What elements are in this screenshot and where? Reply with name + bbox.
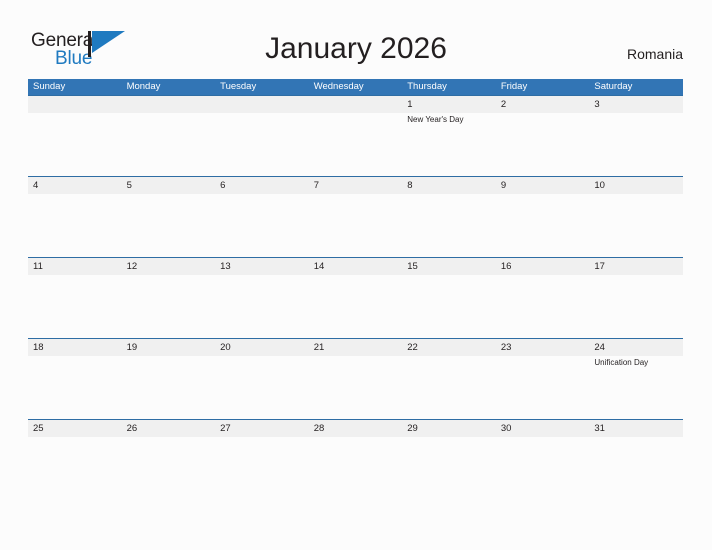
- day-cell[interactable]: 31: [589, 420, 683, 501]
- day-cell[interactable]: 10: [589, 177, 683, 258]
- day-cell[interactable]: 7: [309, 177, 403, 258]
- day-number: 8: [407, 180, 413, 191]
- day-cell[interactable]: 17: [589, 258, 683, 339]
- day-cell[interactable]: 26: [122, 420, 216, 501]
- day-cell[interactable]: 20: [215, 339, 309, 420]
- page-title: January 2026: [265, 32, 447, 65]
- weekday-header-saturday: Saturday: [594, 81, 633, 92]
- day-number: 20: [220, 342, 231, 353]
- day-number: 12: [126, 261, 138, 272]
- day-cell[interactable]: 28: [309, 420, 403, 501]
- country-label: Romania: [626, 46, 683, 62]
- day-cell[interactable]: 13: [215, 258, 309, 339]
- week-row: 4 5 6 7 8 9 10: [28, 176, 683, 257]
- day-cell[interactable]: 18: [28, 339, 122, 420]
- day-number: 4: [33, 180, 39, 191]
- day-number: 17: [594, 261, 605, 272]
- day-cell[interactable]: [309, 96, 403, 177]
- week-row: 18 19 20 21 22 23 24 Unification Day: [28, 338, 683, 419]
- day-cell[interactable]: 3: [589, 96, 683, 177]
- day-event: Unification Day: [594, 358, 649, 367]
- day-number: 14: [313, 261, 325, 272]
- day-number: 18: [33, 342, 44, 353]
- day-number: 21: [313, 342, 325, 353]
- day-cell[interactable]: 12: [122, 258, 216, 339]
- day-number: 6: [220, 180, 226, 191]
- day-number: 27: [220, 423, 231, 434]
- day-cell[interactable]: 30: [496, 420, 590, 501]
- day-cell[interactable]: 11: [28, 258, 122, 339]
- day-number: 23: [500, 342, 512, 353]
- day-number: 2: [500, 99, 507, 110]
- day-number: 31: [594, 423, 605, 434]
- day-number: 1: [407, 99, 413, 110]
- day-number: 11: [33, 261, 43, 272]
- weekday-header-friday: Friday: [500, 81, 528, 92]
- day-number: 29: [407, 423, 418, 434]
- day-cell[interactable]: 22: [402, 339, 496, 420]
- day-cell[interactable]: [215, 96, 309, 177]
- day-cell[interactable]: 8: [402, 177, 496, 258]
- day-cell[interactable]: 4: [28, 177, 122, 258]
- weekday-header-monday: Monday: [126, 81, 161, 92]
- day-number: 25: [33, 423, 44, 434]
- day-cell[interactable]: 5: [122, 177, 216, 258]
- day-cell[interactable]: 27: [215, 420, 309, 501]
- day-cell[interactable]: 16: [496, 258, 590, 339]
- week-row: 11 12 13 14 15 16 17: [28, 257, 683, 338]
- day-number: 28: [313, 423, 325, 434]
- day-number: 19: [126, 342, 138, 353]
- day-cell[interactable]: 25: [28, 420, 122, 501]
- day-cell[interactable]: 6: [215, 177, 309, 258]
- day-number: 16: [500, 261, 512, 272]
- week-row: 25 26 27 28 29 30 31: [28, 419, 683, 500]
- day-cell[interactable]: [122, 96, 216, 177]
- day-number: 9: [500, 180, 507, 191]
- day-cell[interactable]: 23: [496, 339, 590, 420]
- day-cell[interactable]: 2: [496, 96, 590, 177]
- day-cell[interactable]: 14: [309, 258, 403, 339]
- day-cell[interactable]: 24 Unification Day: [589, 339, 683, 420]
- day-cell[interactable]: 29: [402, 420, 496, 501]
- day-number: 7: [313, 180, 319, 191]
- day-cell[interactable]: 9: [496, 177, 590, 258]
- weekday-header-thursday: Thursday: [407, 81, 447, 92]
- day-cell[interactable]: 15: [402, 258, 496, 339]
- day-number: 30: [500, 423, 512, 434]
- week-row: 1 New Year's Day 2 3: [28, 95, 683, 176]
- day-cell[interactable]: 19: [122, 339, 216, 420]
- day-number: 13: [220, 261, 231, 272]
- weekday-header-wednesday: Wednesday: [313, 81, 364, 92]
- day-number: 10: [594, 180, 605, 191]
- day-number: 22: [407, 342, 418, 353]
- weekday-header-row: Sunday Monday Tuesday Wednesday Thursday…: [28, 79, 683, 95]
- day-cell[interactable]: 1 New Year's Day: [402, 96, 496, 177]
- day-number: 24: [594, 342, 605, 353]
- day-number: 15: [407, 261, 418, 272]
- calendar-grid: Sunday Monday Tuesday Wednesday Thursday…: [28, 79, 683, 500]
- day-number: 5: [126, 180, 132, 191]
- weekday-header-tuesday: Tuesday: [220, 81, 257, 92]
- page-header: General Blue January 2026 Romania: [0, 0, 712, 76]
- day-event: New Year's Day: [407, 115, 464, 124]
- day-cell[interactable]: 21: [309, 339, 403, 420]
- day-number: 26: [126, 423, 138, 434]
- day-cell[interactable]: [28, 96, 122, 177]
- day-number: 3: [594, 99, 600, 110]
- weekday-header-sunday: Sunday: [33, 81, 66, 92]
